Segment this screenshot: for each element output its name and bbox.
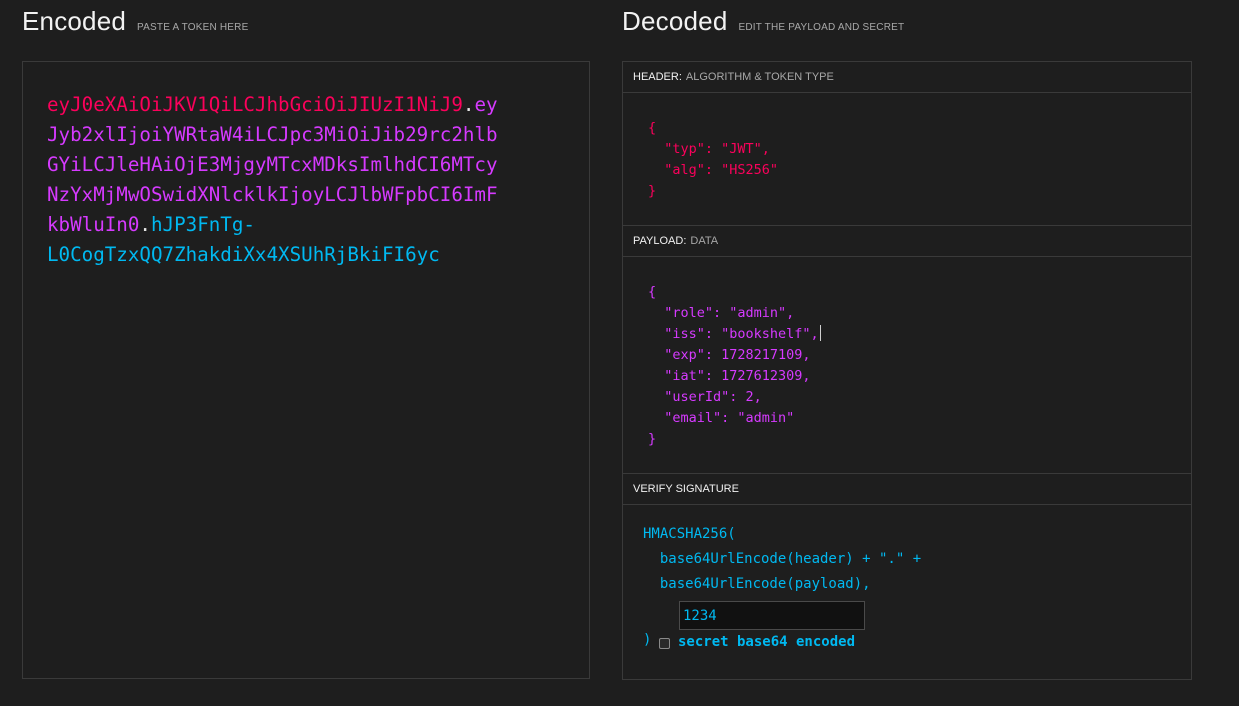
payload-json-line: {	[648, 284, 657, 300]
encoded-subheading: PASTE A TOKEN HERE	[137, 22, 249, 33]
verify-section-heading: VERIFY SIGNATURE	[623, 474, 1191, 505]
decoded-panel: HEADER: ALGORITHM & TOKEN TYPE { "typ": "…	[622, 61, 1192, 680]
encoded-token-editor[interactable]: eyJ0eXAiOiJKV1QiLCJhbGciOiJIUzI1NiJ9.ey J…	[22, 61, 590, 679]
decoded-title: Decoded EDIT THE PAYLOAD AND SECRET	[622, 6, 904, 37]
payload-section-label: PAYLOAD:	[633, 235, 687, 247]
token-dot-segment: .	[139, 213, 151, 236]
encoded-token-line: NzYxMjMwOSwidXNlcklkIjoyLCJlbWFpbCI6ImF	[47, 180, 547, 210]
payload-json-line: }	[648, 431, 657, 447]
token-signature-segment: L0CogTzxQQ7ZhakdiXx4XSUhRjBkiFI6yc	[47, 243, 440, 266]
decoded-heading: Decoded	[622, 6, 728, 36]
text-cursor	[819, 325, 821, 341]
encoded-token-line: L0CogTzxQQ7ZhakdiXx4XSUhRjBkiFI6yc	[47, 240, 547, 270]
header-json-line: {	[648, 120, 657, 136]
encoded-title: Encoded PASTE A TOKEN HERE	[22, 6, 248, 37]
token-payload-segment: kbWluIn0	[47, 213, 140, 236]
token-payload-segment: ey	[474, 93, 498, 116]
payload-json-line: "role": "admin",	[648, 305, 795, 321]
payload-section-sublabel: DATA	[690, 235, 719, 247]
verify-section-label: VERIFY SIGNATURE	[633, 483, 739, 495]
header-section-label: HEADER:	[633, 71, 682, 83]
encoded-token-line: Jyb2xlIjoiYWRtaW4iLCJpc3MiOiJib29rc2hlb	[47, 120, 547, 150]
payload-encode-line: base64UrlEncode(payload),	[643, 576, 871, 592]
token-payload-segment: NzYxMjMwOSwidXNlcklkIjoyLCJlbWFpbCI6ImF	[47, 183, 498, 206]
encoded-token-line: GYiLCJleHAiOjE3MjgyMTcxMDksImlhdCI6MTcy	[47, 150, 547, 180]
payload-json-line: "exp": 1728217109,	[648, 347, 811, 363]
base64-checkbox-label[interactable]: secret base64 encoded	[678, 634, 855, 650]
encoded-heading: Encoded	[22, 6, 127, 36]
encoded-token-line: eyJ0eXAiOiJKV1QiLCJhbGciOiJIUzI1NiJ9.ey	[47, 90, 547, 120]
payload-json-line: "iss": "bookshelf",	[648, 325, 821, 342]
encoded-token-line: kbWluIn0.hJP3FnTg-	[47, 210, 547, 240]
decoded-subheading: EDIT THE PAYLOAD AND SECRET	[738, 22, 905, 33]
secret-input[interactable]	[679, 601, 865, 630]
header-section-sublabel: ALGORITHM & TOKEN TYPE	[685, 71, 834, 83]
hmac-function-line: HMACSHA256(	[643, 526, 736, 542]
payload-json-line: "email": "admin"	[648, 410, 795, 426]
token-payload-segment: Jyb2xlIjoiYWRtaW4iLCJpc3MiOiJib29rc2hlb	[47, 123, 498, 146]
close-paren: )	[643, 632, 652, 648]
header-json-line: "alg": "HS256"	[648, 162, 779, 178]
header-json-line: }	[648, 183, 657, 199]
token-dot-segment: .	[462, 93, 475, 116]
payload-json-line: "iat": 1727612309,	[648, 368, 811, 384]
header-json-line: "typ": "JWT",	[648, 141, 770, 157]
payload-json-editor[interactable]: { "role": "admin", "iss": "bookshelf", "…	[648, 282, 821, 450]
payload-json-line: "userId": 2,	[648, 389, 762, 405]
token-header-segment: eyJ0eXAiOiJKV1QiLCJhbGciOiJIUzI1NiJ9	[47, 93, 463, 116]
header-json-editor[interactable]: { "typ": "JWT", "alg": "HS256"}	[648, 118, 778, 202]
token-signature-segment: hJP3FnTg-	[150, 213, 255, 236]
header-section-heading: HEADER: ALGORITHM & TOKEN TYPE	[623, 62, 1191, 93]
base64-checkbox[interactable]	[659, 638, 670, 649]
payload-section-heading: PAYLOAD: DATA	[623, 226, 1191, 257]
token-payload-segment: GYiLCJleHAiOjE3MjgyMTcxMDksImlhdCI6MTcy	[47, 153, 498, 176]
header-encode-line: base64UrlEncode(header) + "." +	[643, 551, 922, 567]
encoded-token-text[interactable]: eyJ0eXAiOiJKV1QiLCJhbGciOiJIUzI1NiJ9.ey J…	[47, 90, 547, 270]
